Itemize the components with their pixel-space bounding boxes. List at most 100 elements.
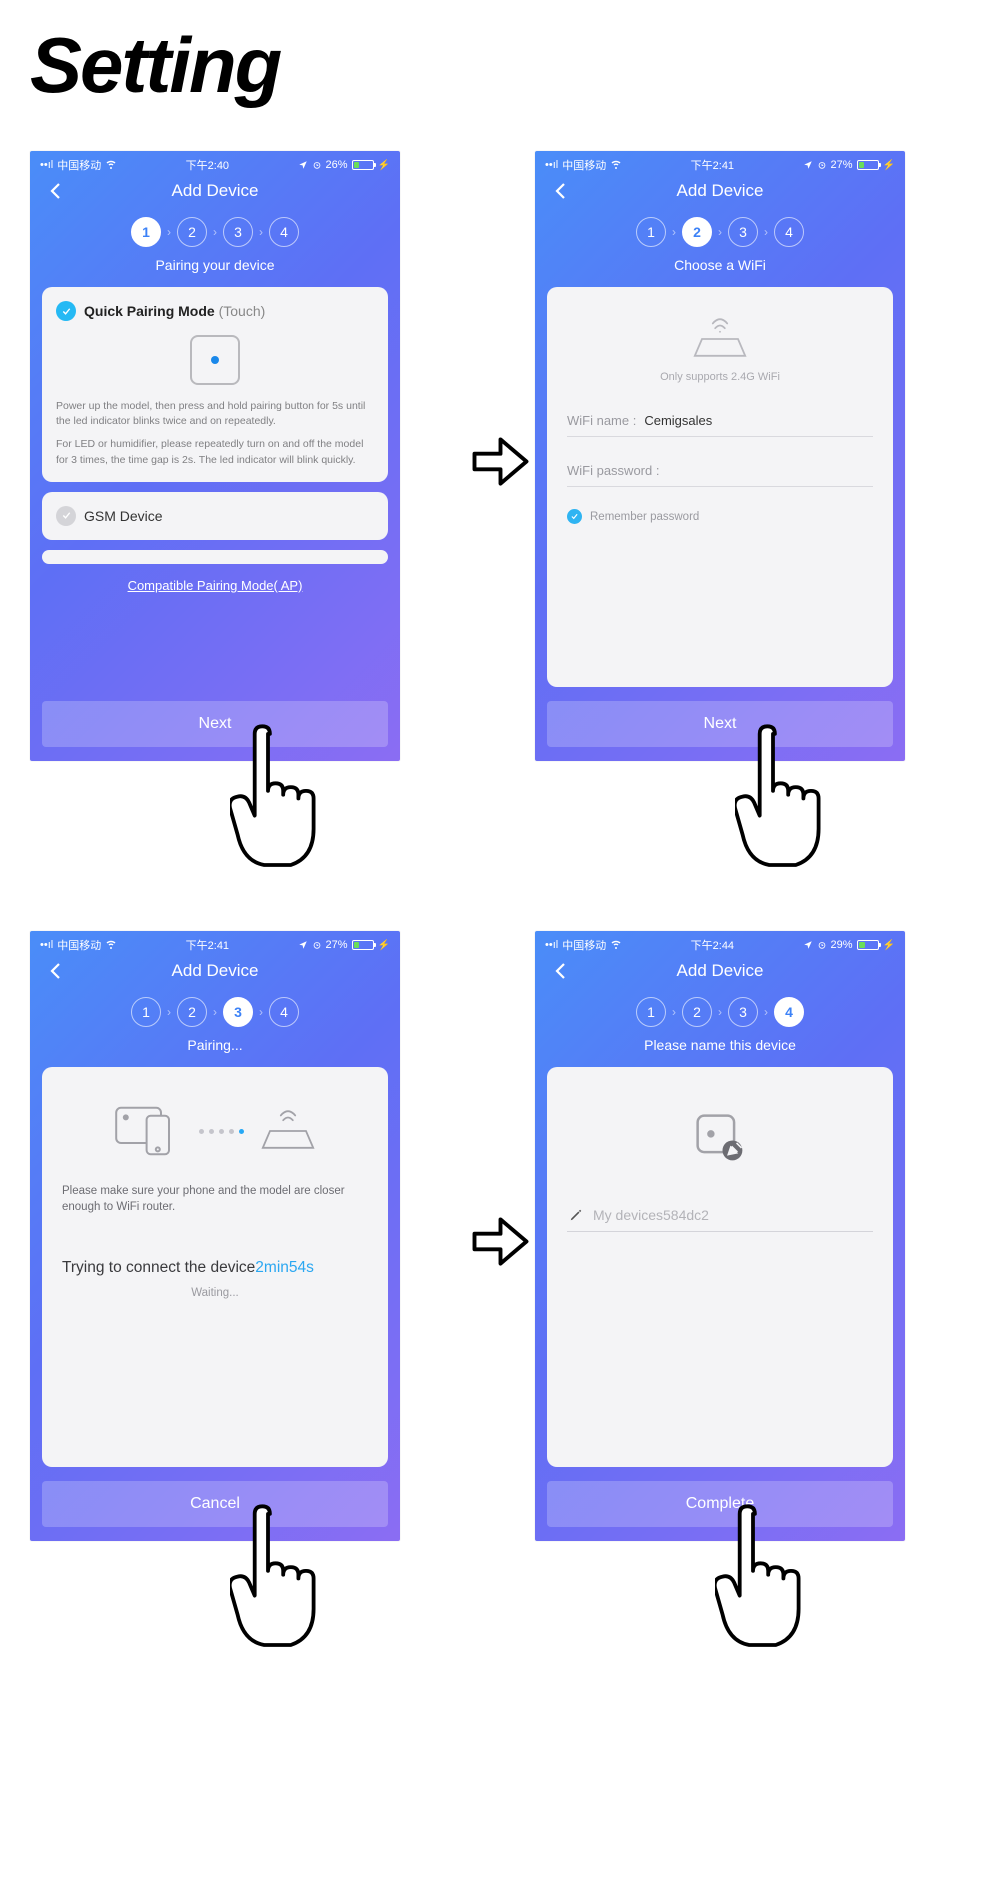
status-bar: ••ıl 中国移动 下午2:41 27% ⚡ <box>535 151 905 175</box>
clock-label: 下午2:41 <box>691 157 734 173</box>
wifi-name-label: WiFi name : <box>567 413 636 428</box>
charging-icon: ⚡ <box>378 940 390 951</box>
stepper: 1› 2› 3› 4 <box>30 217 400 247</box>
back-icon[interactable] <box>44 179 68 203</box>
arrow-icon <box>465 429 535 494</box>
step-1[interactable]: 1 <box>131 217 161 247</box>
back-icon[interactable] <box>549 959 573 983</box>
signal-icon: ••ıl <box>545 939 558 951</box>
arrow-icon <box>465 1209 535 1274</box>
next-button[interactable]: Next <box>547 701 893 747</box>
compatible-mode-link[interactable]: Compatible Pairing Mode( AP) <box>42 578 388 593</box>
wifi-support-note: Only supports 2.4G WiFi <box>567 371 873 383</box>
device-name-field[interactable]: My devices584dc2 <box>567 1199 873 1232</box>
step-2[interactable]: 2 <box>177 217 207 247</box>
step-1[interactable]: 1 <box>636 217 666 247</box>
charging-icon: ⚡ <box>883 160 895 171</box>
back-icon[interactable] <box>44 959 68 983</box>
step-1[interactable]: 1 <box>636 997 666 1027</box>
step-subtitle: Pairing your device <box>30 257 400 273</box>
step-subtitle: Please name this device <box>535 1037 905 1053</box>
step-1[interactable]: 1 <box>131 997 161 1027</box>
connect-status: Trying to connect the device2min54s <box>62 1259 368 1277</box>
screen-title: Add Device <box>172 181 259 201</box>
countdown: 2min54s <box>255 1259 314 1276</box>
battery-pct: 27% <box>831 159 853 171</box>
pairing-note: Please make sure your phone and the mode… <box>62 1183 368 1215</box>
stepper: 1› 2› 3› 4 <box>535 997 905 1027</box>
step-subtitle: Pairing... <box>30 1037 400 1053</box>
waiting-label: Waiting... <box>62 1287 368 1299</box>
gsm-device-card[interactable]: GSM Device <box>42 492 388 540</box>
clock-label: 下午2:44 <box>691 937 734 953</box>
screen-title: Add Device <box>677 961 764 981</box>
back-icon[interactable] <box>549 179 573 203</box>
screen-2: ••ıl 中国移动 下午2:41 27% ⚡ Add Device 1› 2› … <box>535 151 905 761</box>
check-icon <box>56 301 76 321</box>
location-icon <box>803 160 813 170</box>
carrier-label: 中国移动 <box>562 937 606 953</box>
step-3[interactable]: 3 <box>223 997 253 1027</box>
step-2[interactable]: 2 <box>682 217 712 247</box>
step-2[interactable]: 2 <box>177 997 207 1027</box>
check-icon <box>567 509 582 524</box>
signal-icon: ••ıl <box>40 159 53 171</box>
step-4[interactable]: 4 <box>774 217 804 247</box>
step-4[interactable]: 4 <box>774 997 804 1027</box>
qp-instruction-1: Power up the model, then press and hold … <box>56 399 374 429</box>
status-bar: ••ıl 中国移动 下午2:44 29% ⚡ <box>535 931 905 955</box>
gsm-label: GSM Device <box>84 508 163 524</box>
device-edit-icon <box>567 1109 873 1167</box>
alarm-icon <box>312 160 322 170</box>
wifi-password-label: WiFi password : <box>567 463 659 478</box>
wifi-card: Only supports 2.4G WiFi WiFi name : Cemi… <box>547 287 893 687</box>
wifi-password-field[interactable]: WiFi password : <box>567 455 873 487</box>
quick-pairing-card[interactable]: Quick Pairing Mode (Touch) Power up the … <box>42 287 388 482</box>
status-bar: ••ıl 中国移动 下午2:41 27% ⚡ <box>30 931 400 955</box>
partial-card <box>42 550 388 564</box>
step-4[interactable]: 4 <box>269 997 299 1027</box>
step-3[interactable]: 3 <box>223 217 253 247</box>
signal-icon: ••ıl <box>545 159 558 171</box>
stepper: 1› 2› 3› 4 <box>535 217 905 247</box>
battery-pct: 29% <box>831 939 853 951</box>
battery-icon <box>857 160 879 170</box>
clock-label: 下午2:40 <box>186 157 229 173</box>
alarm-icon <box>817 940 827 950</box>
step-2[interactable]: 2 <box>682 997 712 1027</box>
progress-dots-icon <box>199 1129 244 1134</box>
pairing-card: Please make sure your phone and the mode… <box>42 1067 388 1467</box>
location-icon <box>803 940 813 950</box>
next-button[interactable]: Next <box>42 701 388 747</box>
device-icon <box>190 335 240 385</box>
wifi-icon <box>610 158 622 173</box>
pairing-illustration <box>62 1103 368 1159</box>
step-3[interactable]: 3 <box>728 217 758 247</box>
screen-1: ••ıl 中国移动 下午2:40 26% ⚡ Add Device 1› 2› … <box>30 151 400 761</box>
battery-pct: 26% <box>326 159 348 171</box>
carrier-label: 中国移动 <box>57 157 101 173</box>
step-3[interactable]: 3 <box>728 997 758 1027</box>
wifi-name-field[interactable]: WiFi name : Cemigsales <box>567 405 873 437</box>
device-name-value: My devices584dc2 <box>593 1207 709 1223</box>
wifi-name-value: Cemigsales <box>644 413 712 428</box>
carrier-label: 中国移动 <box>562 157 606 173</box>
carrier-label: 中国移动 <box>57 937 101 953</box>
pencil-icon <box>569 1208 583 1222</box>
status-bar: ••ıl 中国移动 下午2:40 26% ⚡ <box>30 151 400 175</box>
screen-4: ••ıl 中国移动 下午2:44 29% ⚡ Add Device 1› 2› … <box>535 931 905 1541</box>
screen-title: Add Device <box>677 181 764 201</box>
alarm-icon <box>312 940 322 950</box>
signal-icon: ••ıl <box>40 939 53 951</box>
step-subtitle: Choose a WiFi <box>535 257 905 273</box>
router-icon <box>567 315 873 363</box>
alarm-icon <box>817 160 827 170</box>
qp-touch: (Touch) <box>219 303 266 319</box>
screen-3: ••ıl 中国移动 下午2:41 27% ⚡ Add Device 1› 2› … <box>30 931 400 1541</box>
remember-password-checkbox[interactable]: Remember password <box>567 509 873 524</box>
wifi-icon <box>610 938 622 953</box>
complete-button[interactable]: Complete <box>547 1481 893 1527</box>
battery-pct: 27% <box>326 939 348 951</box>
cancel-button[interactable]: Cancel <box>42 1481 388 1527</box>
step-4[interactable]: 4 <box>269 217 299 247</box>
